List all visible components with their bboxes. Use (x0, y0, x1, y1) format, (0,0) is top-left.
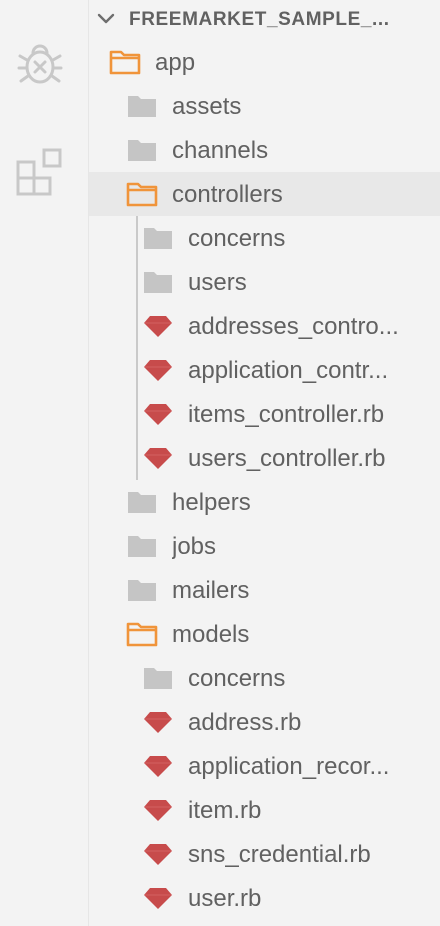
folder-open-icon (109, 49, 141, 75)
tree-item-folder[interactable]: channels (89, 128, 440, 172)
tree-item-folder[interactable]: helpers (89, 480, 440, 524)
ruby-file-icon (142, 797, 174, 823)
tree-item-folder[interactable]: jobs (89, 524, 440, 568)
tree-item-file[interactable]: address.rb (89, 700, 440, 744)
folder-icon (142, 665, 174, 691)
folder-icon (126, 137, 158, 163)
tree-item-folder[interactable]: concerns (89, 656, 440, 700)
chevron-down-icon (97, 13, 115, 24)
tree-item-file[interactable]: users_controller.rb (89, 436, 440, 480)
tree-item-file[interactable]: item.rb (89, 788, 440, 832)
activity-bar (0, 0, 89, 926)
explorer-section-title: FREEMARKET_SAMPLE_... (129, 9, 390, 30)
tree-item-folder[interactable]: controllers (89, 172, 440, 216)
folder-icon (142, 269, 174, 295)
tree-item-label: models (172, 621, 250, 648)
tree-item-label: user.rb (188, 885, 262, 912)
tree-item-folder[interactable]: concerns (89, 216, 440, 260)
ruby-file-icon (142, 709, 174, 735)
folder-icon (126, 489, 158, 515)
tree-item-label: helpers (172, 489, 251, 516)
tree-item-label: application_recor... (188, 753, 390, 780)
folder-open-icon (126, 621, 158, 647)
ruby-file-icon (142, 313, 174, 339)
explorer-sidebar: FREEMARKET_SAMPLE_... app assets channels c… (89, 0, 440, 926)
tree-item-label: concerns (188, 665, 286, 692)
explorer-section-header[interactable]: FREEMARKET_SAMPLE_... (89, 0, 440, 40)
tree-item-label: items_controller.rb (188, 401, 385, 428)
tree-item-label: users_controller.rb (188, 445, 386, 472)
tree-item-label: sns_credential.rb (188, 841, 371, 868)
ruby-file-icon (142, 885, 174, 911)
tree-item-file[interactable]: addresses_contro... (89, 304, 440, 348)
tree-item-label: app (155, 49, 196, 76)
tree-item-label: jobs (172, 533, 217, 560)
tree-item-label: addresses_contro... (188, 313, 399, 340)
extensions-icon[interactable] (14, 146, 66, 198)
ruby-file-icon (142, 445, 174, 471)
tree-item-folder[interactable]: app (89, 40, 440, 84)
tree-item-folder[interactable]: models (89, 612, 440, 656)
tree-item-label: concerns (188, 225, 286, 252)
tree-item-folder[interactable]: users (89, 260, 440, 304)
tree-item-label: address.rb (188, 709, 302, 736)
tree-item-file[interactable]: sns_credential.rb (89, 832, 440, 876)
tree-item-file[interactable]: application_recor... (89, 744, 440, 788)
tree-item-label: users (188, 269, 247, 296)
ruby-file-icon (142, 357, 174, 383)
tree-item-folder[interactable]: mailers (89, 568, 440, 612)
ruby-file-icon (142, 753, 174, 779)
tree-item-file[interactable]: user.rb (89, 876, 440, 920)
tree-item-label: assets (172, 93, 242, 120)
folder-icon (126, 93, 158, 119)
tree-item-label: item.rb (188, 797, 262, 824)
tree-item-label: mailers (172, 577, 250, 604)
ruby-file-icon (142, 401, 174, 427)
tree-item-file[interactable]: items_controller.rb (89, 392, 440, 436)
folder-icon (126, 533, 158, 559)
folder-open-icon (126, 181, 158, 207)
ruby-file-icon (142, 841, 174, 867)
tree-item-folder[interactable]: assets (89, 84, 440, 128)
tree-item-label: application_contr... (188, 357, 389, 384)
indent-guide (136, 216, 138, 480)
tree-item-label: controllers (172, 181, 283, 208)
folder-icon (126, 577, 158, 603)
folder-icon (142, 225, 174, 251)
debug-icon[interactable] (14, 38, 66, 90)
tree-item-label: channels (172, 137, 269, 164)
tree-item-file[interactable]: application_contr... (89, 348, 440, 392)
